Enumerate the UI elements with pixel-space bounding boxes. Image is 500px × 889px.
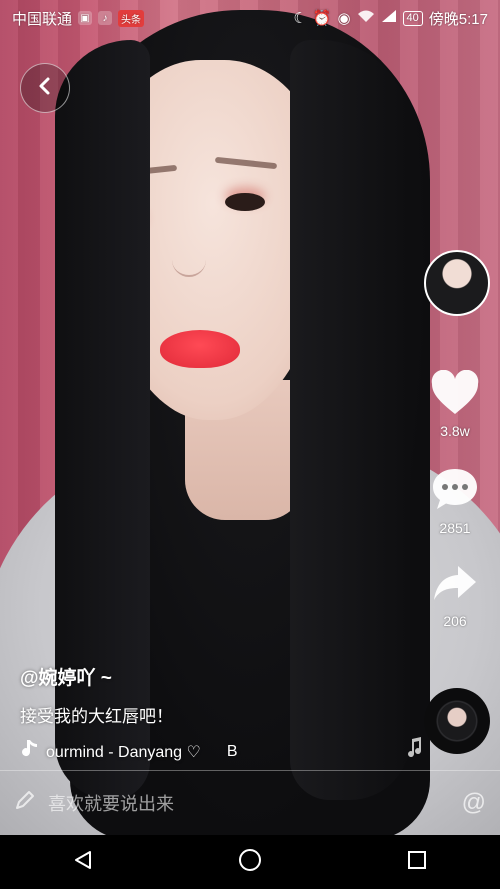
share-arrow-icon — [430, 566, 480, 610]
battery-indicator: 40 — [402, 10, 423, 26]
music-disc-cover — [438, 702, 476, 740]
chevron-left-icon — [35, 76, 55, 101]
post-caption-area: @婉婷吖 ~ 接受我的大红唇吧！ ourmind - Danyang ♡ B — [20, 663, 400, 764]
music-title: ourmind - Danyang ♡ — [46, 743, 201, 761]
signal-icon — [381, 9, 397, 27]
like-button[interactable]: 3.8w — [420, 369, 490, 439]
alarm-icon: ⏰ — [312, 10, 332, 27]
comment-input-bar[interactable]: 喜欢就要说出来 @ — [0, 770, 500, 834]
music-note-icon — [20, 739, 38, 764]
moon-icon: ☾ — [293, 10, 307, 27]
eye-comfort-icon: ◉ — [337, 10, 351, 27]
nav-home-button[interactable] — [238, 848, 262, 877]
circle-home-icon — [239, 848, 261, 871]
red-lips — [160, 330, 240, 368]
comment-count: 2851 — [439, 520, 471, 536]
comment-button[interactable]: 2851 — [420, 465, 490, 536]
pencil-icon — [14, 789, 36, 816]
clock: 傍晚5:17 — [428, 10, 488, 28]
share-button[interactable]: 206 — [420, 560, 490, 629]
creator-avatar[interactable] — [424, 250, 490, 316]
news-app-badge: 头条 — [118, 9, 145, 27]
app-icon: ▣ — [78, 11, 93, 25]
creator-username[interactable]: @婉婷吖 ~ — [20, 663, 400, 690]
square-recent-icon — [408, 850, 426, 869]
music-info[interactable]: ourmind - Danyang ♡ B — [20, 739, 400, 764]
status-right: ☾ ⏰ ◉ 40 傍晚5:17 — [293, 8, 488, 29]
triangle-back-icon — [75, 850, 91, 869]
post-description: 接受我的大红唇吧！ — [20, 707, 173, 726]
system-nav-bar — [0, 835, 500, 889]
back-button[interactable] — [20, 63, 70, 113]
mention-button[interactable]: @ — [462, 789, 486, 817]
nav-back-button[interactable] — [72, 849, 94, 876]
share-count: 206 — [443, 613, 467, 629]
music-title-continuation: B — [226, 742, 238, 760]
comment-bubble-icon — [430, 469, 480, 517]
floating-note-icon — [404, 736, 424, 763]
nav-recent-button[interactable] — [406, 849, 428, 876]
tiktok-notification-icon: ♪ — [98, 11, 113, 25]
like-count: 3.8w — [440, 423, 470, 439]
status-bar: 中国联通 ▣ ♪ 头条 ☾ ⏰ ◉ 40 傍晚5:17 — [0, 0, 500, 36]
comment-input-placeholder[interactable]: 喜欢就要说出来 — [48, 790, 462, 816]
carrier-label: 中国联通 — [12, 10, 73, 28]
right-eye — [225, 193, 265, 211]
status-left: 中国联通 ▣ ♪ 头条 — [12, 8, 145, 29]
heart-icon — [430, 369, 480, 420]
music-disc-button[interactable] — [424, 688, 490, 754]
wifi-icon — [357, 9, 375, 27]
